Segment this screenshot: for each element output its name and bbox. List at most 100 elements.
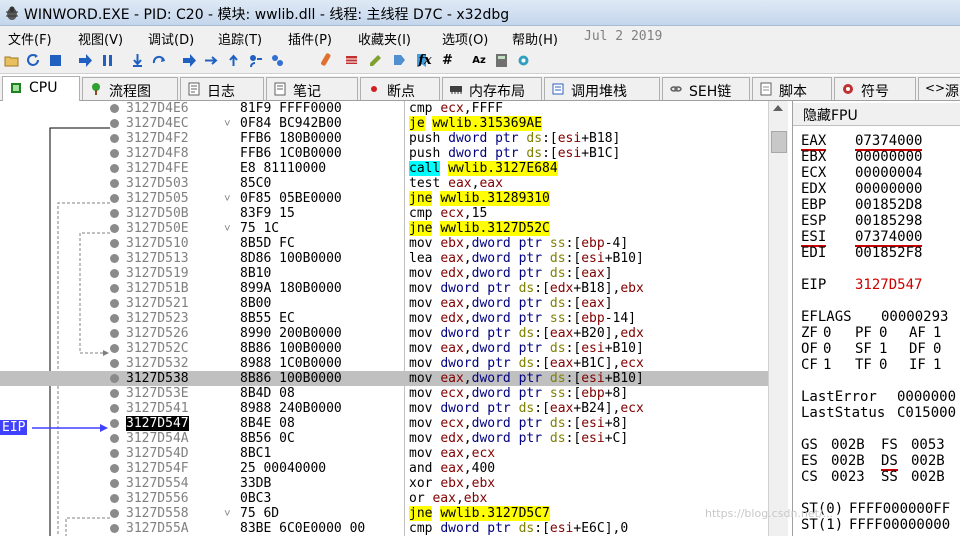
tab-symbols[interactable]: 符号 [834, 77, 916, 100]
flag-name[interactable]: TF [855, 357, 872, 373]
breakpoint-dot-icon[interactable] [110, 494, 119, 503]
segment-name[interactable]: CS [801, 469, 818, 485]
breakpoint-dot-icon[interactable] [110, 449, 119, 458]
font-size-icon[interactable]: Az [470, 53, 488, 68]
link-icon[interactable] [320, 53, 335, 68]
flag-value[interactable]: 0 [823, 325, 831, 341]
flag-value[interactable]: 0 [879, 357, 887, 373]
register-value[interactable]: 00000000 [855, 149, 922, 165]
register-value[interactable]: C015000 [897, 405, 956, 421]
patch-icon[interactable] [270, 53, 285, 68]
flag-name[interactable]: OF [801, 341, 818, 357]
menu-trace[interactable]: 追踪(T) [218, 29, 262, 48]
breakpoint-dot-icon[interactable] [110, 194, 119, 203]
breakpoint-dot-icon[interactable] [110, 389, 119, 398]
flag-name[interactable]: CF [801, 357, 818, 373]
disasm-row[interactable]: 3127D55A 83BE 6C0E0000 00 cmp dword ptr ds… [0, 521, 768, 536]
hide-fpu-button[interactable]: 隐藏FPU [793, 103, 960, 126]
segment-value[interactable]: 002B [911, 469, 945, 485]
fpu-register-value[interactable]: FFFF000000FF [849, 501, 950, 517]
register-name[interactable]: LastError [801, 389, 877, 405]
run-icon[interactable] [78, 53, 93, 68]
register-name[interactable]: LastStatus [801, 405, 885, 421]
disasm-row[interactable]: 3127D523 8B55 EC mov edx,dword ptr ss:[ebp… [0, 311, 768, 326]
breakpoint-dot-icon[interactable] [110, 434, 119, 443]
register-value[interactable]: 00000293 [881, 309, 948, 325]
disasm-row[interactable]: 3127D526 8990 200B0000 mov dword ptr ds:[e… [0, 326, 768, 341]
register-name[interactable]: EIP [801, 277, 826, 293]
menu-help[interactable]: 帮助(H) [512, 29, 558, 48]
breakpoint-dot-icon[interactable] [110, 104, 119, 113]
breakpoint-dot-icon[interactable] [110, 479, 119, 488]
disasm-row[interactable]: 3127D4F8 FFB6 1C0B0000 push dword ptr ds:[… [0, 146, 768, 161]
segment-value[interactable]: 002B [831, 437, 865, 453]
flag-value[interactable]: 0 [879, 325, 887, 341]
disasm-row[interactable]: 3127D52C 8B86 100B0000 mov eax,dword ptr d… [0, 341, 768, 356]
register-value[interactable]: 0000000 [897, 389, 956, 405]
breakpoint-dot-icon[interactable] [110, 344, 119, 353]
register-value[interactable]: 3127D547 [855, 277, 922, 293]
pause-icon[interactable] [100, 53, 115, 68]
scroll-up-icon[interactable] [773, 103, 783, 111]
register-value[interactable]: 00000000 [855, 181, 922, 197]
step-over-icon[interactable] [152, 53, 167, 68]
menu-file[interactable]: 文件(F) [8, 29, 52, 48]
breakpoint-dot-icon[interactable] [110, 374, 119, 383]
tab-source[interactable]: <> 源 [918, 77, 960, 100]
disasm-row[interactable]: 3127D50E ˅ 75 1C jne wwlib.3127D52C [0, 221, 768, 236]
disasm-row[interactable]: 3127D541 8988 240B0000 mov dword ptr ds:[e… [0, 401, 768, 416]
tab-breakpoints[interactable]: 断点 [360, 77, 440, 100]
breakpoint-dot-icon[interactable] [110, 119, 119, 128]
register-value[interactable]: 00185298 [855, 213, 922, 229]
disassembly-view[interactable]: EIP 3127D4E6 81F9 FFFF0000 cmp ecx,FFFF 312… [0, 101, 768, 536]
run-to-user-code-icon[interactable] [248, 53, 263, 68]
flag-name[interactable]: IF [909, 357, 926, 373]
segment-name[interactable]: GS [801, 437, 818, 453]
flag-name[interactable]: ZF [801, 325, 818, 341]
register-value[interactable]: 001852D8 [855, 197, 922, 213]
disasm-row[interactable]: 3127D505 ˅ 0F85 05BE0000 jne wwlib.31289310 [0, 191, 768, 206]
restart-icon[interactable] [26, 53, 41, 68]
label-icon[interactable] [392, 53, 407, 68]
disasm-row[interactable]: 3127D54F 25 00040000 and eax,400 [0, 461, 768, 476]
tab-memory-map[interactable]: 内存布局 [442, 77, 542, 100]
disasm-row[interactable]: 3127D521 8B00 mov eax,dword ptr ds:[eax] [0, 296, 768, 311]
flag-name[interactable]: SF [855, 341, 872, 357]
breakpoint-dot-icon[interactable] [110, 359, 119, 368]
breakpoint-dot-icon[interactable] [110, 239, 119, 248]
register-name[interactable]: EFLAGS [801, 309, 852, 325]
flag-value[interactable]: 1 [879, 341, 887, 357]
disasm-row[interactable]: 3127D50B 83F9 15 cmp ecx,15 [0, 206, 768, 221]
disassembly-scrollbar[interactable] [768, 101, 788, 536]
flag-name[interactable]: PF [855, 325, 872, 341]
disasm-row[interactable]: 3127D556 0BC3 or eax,ebx [0, 491, 768, 506]
breakpoint-dot-icon[interactable] [110, 329, 119, 338]
breakpoint-dot-icon[interactable] [110, 524, 119, 533]
breakpoint-dot-icon[interactable] [110, 224, 119, 233]
disasm-row[interactable]: 3127D4EC ˅ 0F84 BC942B00 je wwlib.315369AE [0, 116, 768, 131]
breakpoint-dot-icon[interactable] [110, 404, 119, 413]
fpu-register-value[interactable]: FFFF00000000 [849, 517, 950, 533]
stop-icon[interactable] [48, 53, 63, 68]
breakpoint-dot-icon[interactable] [110, 164, 119, 173]
settings-icon[interactable] [516, 53, 531, 68]
segment-name[interactable]: FS [881, 437, 898, 453]
disasm-row[interactable]: 3127D510 8B5D FC mov ebx,dword ptr ss:[ebp… [0, 236, 768, 251]
hash-icon[interactable]: # [440, 53, 455, 68]
breakpoint-dot-icon[interactable] [110, 134, 119, 143]
disasm-row[interactable]: 3127D558 ˅ 75 6D jne wwlib.3127D5C7 [0, 506, 768, 521]
disasm-row[interactable]: 3127D547 8B4E 08 mov ecx,dword ptr ds:[esi… [0, 416, 768, 431]
scroll-thumb[interactable] [771, 131, 787, 153]
flag-value[interactable]: 0 [823, 341, 831, 357]
disasm-row[interactable]: 3127D4E6 81F9 FFFF0000 cmp ecx,FFFF [0, 101, 768, 116]
disasm-row[interactable]: 3127D513 8D86 100B0000 lea eax,dword ptr d… [0, 251, 768, 266]
flag-value[interactable]: 1 [823, 357, 831, 373]
register-name[interactable]: ECX [801, 165, 826, 181]
flag-value[interactable]: 1 [933, 357, 941, 373]
disasm-row[interactable]: 3127D4FE E8 81110000 call wwlib.3127E684 [0, 161, 768, 176]
register-value[interactable]: 001852F8 [855, 245, 922, 261]
register-name[interactable]: EBX [801, 149, 826, 165]
breakpoint-dot-icon[interactable] [110, 314, 119, 323]
flag-name[interactable]: DF [909, 341, 926, 357]
disasm-row[interactable]: 3127D532 8988 1C0B0000 mov dword ptr ds:[e… [0, 356, 768, 371]
